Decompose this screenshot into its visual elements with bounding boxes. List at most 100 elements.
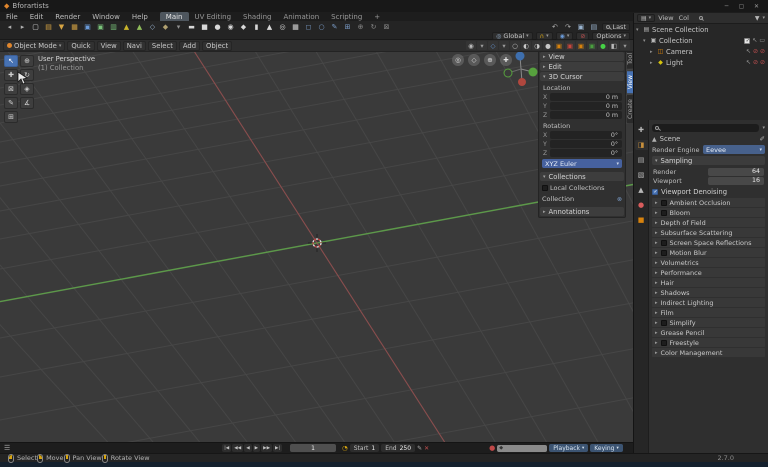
npanel-tab[interactable]: View: [627, 71, 633, 93]
panel-checkbox[interactable]: [661, 210, 667, 216]
snap-magnet-icon[interactable]: ◇: [488, 41, 498, 50]
overlay-grid-icon[interactable]: ▣: [587, 41, 597, 50]
record-button[interactable]: ●: [489, 444, 495, 452]
timeline-menu-icon[interactable]: ☰: [4, 444, 10, 452]
maximize-button[interactable]: ▢: [734, 1, 749, 11]
properties-filter-icon[interactable]: ▾: [762, 125, 765, 131]
snap-dropdown-icon[interactable]: ▾: [499, 41, 509, 50]
collection-checkbox[interactable]: [744, 38, 750, 44]
add-cone-icon[interactable]: ▲: [263, 22, 276, 32]
eyedropper-icon[interactable]: ✐: [760, 135, 765, 143]
npanel-tab[interactable]: Create: [627, 95, 633, 123]
end-frame-field[interactable]: End250: [381, 444, 415, 452]
panel-checkbox[interactable]: [661, 250, 667, 256]
repeat-last-button[interactable]: Last: [602, 23, 630, 31]
menu-item[interactable]: Help: [126, 13, 154, 21]
selectable-icon[interactable]: ↖: [746, 59, 751, 66]
link-icon[interactable]: ◇: [146, 22, 159, 32]
outliner-menu[interactable]: Col: [679, 14, 689, 22]
location-value-field[interactable]: 0 m: [550, 93, 622, 101]
add-cylinder-icon[interactable]: ▮: [250, 22, 263, 32]
outliner-row[interactable]: ▸ ◆ Light ↖ ⊘ ⊘: [634, 57, 768, 68]
camera-view-icon[interactable]: ◎: [452, 54, 464, 66]
menu-item[interactable]: Render: [49, 13, 86, 21]
overlay-toggle-icon[interactable]: ▣: [554, 41, 564, 50]
sampling-panel-header[interactable]: Sampling: [652, 156, 765, 165]
nav-forward-icon[interactable]: ▸: [16, 22, 29, 32]
workspace-tab[interactable]: UV Editing: [189, 12, 238, 21]
workspace-tab[interactable]: Scripting: [325, 12, 368, 21]
properties-panel-header[interactable]: Shadows: [652, 288, 765, 297]
jump-start-button[interactable]: |◀: [222, 444, 231, 452]
export-icon[interactable]: ▲: [133, 22, 146, 32]
viewport-menu[interactable]: Navi: [123, 41, 146, 51]
workspace-tab[interactable]: +: [368, 12, 386, 21]
menu-item[interactable]: File: [0, 13, 24, 21]
viewport-menu[interactable]: Select: [148, 41, 177, 51]
editor-type-button[interactable]: ▤▾: [637, 14, 655, 22]
snap-toggle[interactable]: ∩ ▾: [536, 32, 553, 40]
panel-checkbox[interactable]: [661, 340, 667, 346]
properties-panel-header[interactable]: Motion Blur: [652, 248, 765, 257]
menu-item[interactable]: Edit: [24, 13, 50, 21]
viewport-menu[interactable]: Quick: [67, 41, 94, 51]
minimize-button[interactable]: ─: [719, 1, 734, 11]
add-plane-icon[interactable]: ▬: [185, 22, 198, 32]
npanel-section-header[interactable]: Edit: [540, 62, 624, 71]
selectable-icon[interactable]: ↖: [752, 37, 757, 44]
save-as-icon[interactable]: ▣: [94, 22, 107, 32]
properties-panel-header[interactable]: Grease Pencil: [652, 328, 765, 337]
proportional-edit[interactable]: ◉ ▾: [556, 32, 574, 40]
outliner-menu[interactable]: View: [658, 14, 673, 22]
local-collections-row[interactable]: Local Collections: [542, 184, 622, 192]
properties-panel-header[interactable]: Performance: [652, 268, 765, 277]
outliner-row[interactable]: ▸ ◫ Camera ↖ ⊘ ⊘: [634, 46, 768, 57]
paste-icon[interactable]: ▤: [587, 22, 600, 32]
playback-dropdown[interactable]: Playback▾: [549, 444, 588, 452]
properties-panel-header[interactable]: Bloom: [652, 208, 765, 217]
snap-tool-icon[interactable]: ⊕: [354, 22, 367, 32]
transform-orientation[interactable]: ◎ Global ▾: [492, 32, 533, 40]
save-copy-icon[interactable]: ▥: [107, 22, 120, 32]
edit-keyframe-icon[interactable]: ✎: [417, 445, 422, 452]
viewport-visibility-icon[interactable]: ⊘: [760, 59, 765, 66]
tab-scene-icon[interactable]: ▲: [635, 185, 648, 195]
outliner-row[interactable]: ▾ ▣ Collection ↖ ▭: [634, 35, 768, 46]
collection-action-icon[interactable]: ⊗: [617, 196, 622, 203]
outliner-search-icon[interactable]: [699, 16, 703, 20]
add-circle-icon[interactable]: ●: [211, 22, 224, 32]
rotate-tool-icon[interactable]: ↻: [367, 22, 380, 32]
zoom-icon[interactable]: ⊕: [484, 54, 496, 66]
add-cube-icon[interactable]: ■: [198, 22, 211, 32]
open-recent-icon[interactable]: ▼: [55, 22, 68, 32]
close-button[interactable]: ✕: [749, 1, 764, 11]
tab-object-icon[interactable]: ■: [635, 215, 648, 225]
panel-checkbox[interactable]: [661, 200, 667, 206]
disclosure-icon[interactable]: ▾: [636, 27, 641, 33]
properties-panel-header[interactable]: Hair: [652, 278, 765, 287]
rotation-value-field[interactable]: 0°: [550, 140, 622, 148]
disclosure-icon[interactable]: ▾: [643, 38, 648, 44]
current-frame-field[interactable]: 1: [290, 444, 336, 452]
viewport-menu[interactable]: Add: [179, 41, 200, 51]
local-collections-checkbox[interactable]: [542, 185, 548, 191]
play-reverse-button[interactable]: ◀: [244, 444, 251, 452]
recover-icon[interactable]: ▦: [68, 22, 81, 32]
npanel-section-header[interactable]: View: [540, 52, 624, 61]
keying-dropdown[interactable]: Keying▾: [590, 444, 622, 452]
falloff-disabled[interactable]: ⊘: [576, 32, 589, 40]
tab-world-icon[interactable]: ●: [635, 200, 648, 210]
gizmo-dropdown-icon[interactable]: ▾: [477, 41, 487, 50]
location-value-field[interactable]: 0 m: [550, 102, 622, 110]
preview-range-icon[interactable]: ◔: [342, 444, 348, 452]
properties-search-input[interactable]: [652, 124, 759, 132]
tool-select[interactable]: ↖: [4, 55, 18, 67]
filter-icon[interactable]: ▼: [755, 15, 760, 22]
filter-dropdown-icon[interactable]: ▾: [762, 15, 765, 21]
panel-checkbox[interactable]: [661, 320, 667, 326]
scale-tool-icon[interactable]: ⊠: [380, 22, 393, 32]
append-icon[interactable]: ◆: [159, 22, 172, 32]
shading-options-icon[interactable]: ◧: [609, 41, 619, 50]
nav-back-icon[interactable]: ◂: [3, 22, 16, 32]
add-grid-icon[interactable]: ▦: [289, 22, 302, 32]
